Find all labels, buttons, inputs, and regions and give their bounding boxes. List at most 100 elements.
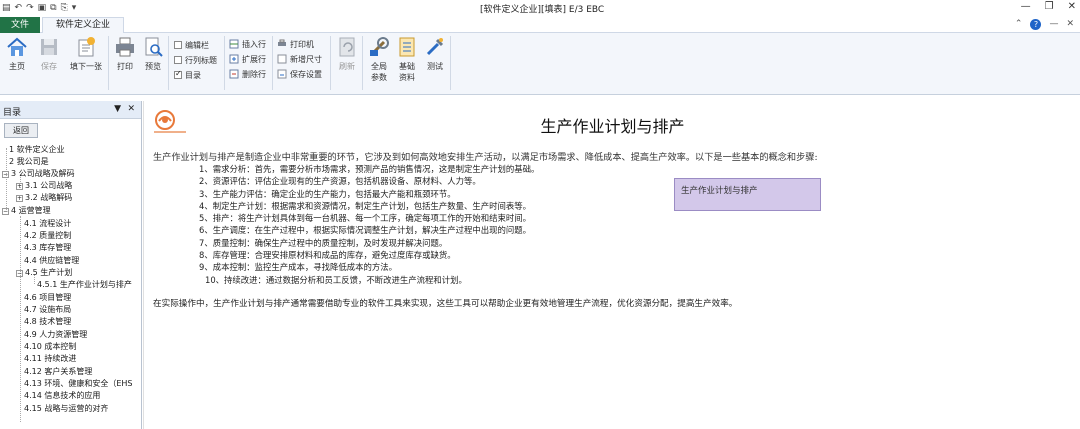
toc-item-3[interactable]: −3 公司战略及解码 bbox=[2, 168, 75, 180]
preview-icon bbox=[145, 37, 163, 57]
qat-dropdown-icon[interactable]: ▾ bbox=[72, 2, 77, 14]
toc-item-4-14[interactable]: 4.14 信息技术的应用 bbox=[24, 390, 100, 402]
floppy-icon bbox=[41, 39, 57, 55]
back-button[interactable]: 返回 bbox=[4, 123, 38, 138]
restore-icon[interactable]: ❐ bbox=[1045, 1, 1054, 12]
ribbon: 主页 保存 填下一张 打印 预览 编辑栏 行列标题 ✓ 目录 插入行 扩展行 删… bbox=[0, 33, 1080, 95]
base-data-icon bbox=[399, 37, 415, 57]
list-item: 5、排产：将生产计划具体到每一台机器、每一个工序，确定每项工作的开始和结束时间。 bbox=[199, 213, 531, 224]
list-item: 8、库存管理：合理安排原材料和成品的库存，避免过度库存或缺货。 bbox=[199, 250, 456, 261]
panel-close-icon[interactable]: ✕ bbox=[127, 104, 135, 114]
closing-paragraph: 在实际操作中，生产作业计划与排产通常需要借助专业的软件工具来实现，这些工具可以帮… bbox=[153, 299, 738, 309]
toc-panel-title: 目录 bbox=[3, 108, 22, 118]
app-menu-icon[interactable]: ▤ bbox=[2, 2, 11, 14]
toc-item-4-6[interactable]: 4.6 项目管理 bbox=[24, 292, 71, 304]
toc-checkbox[interactable] bbox=[174, 69, 182, 79]
test-button[interactable]: 测试 bbox=[420, 36, 450, 72]
edit-bar-checkbox[interactable] bbox=[174, 41, 182, 49]
list-item: 3、生产能力评估：确定企业的生产能力，包括最大产能和瓶颈环节。 bbox=[199, 188, 456, 199]
ribbon-right-icons: ⌃ ? — ✕ bbox=[1015, 19, 1074, 30]
home-icon bbox=[7, 37, 27, 56]
save-icon[interactable]: ▣ bbox=[38, 2, 47, 14]
list-item: 7、质量控制：确保生产过程中的质量控制，及时发现并解决问题。 bbox=[199, 237, 448, 248]
quick-access-toolbar: ▤ ↶ ↷ ▣ ⧉ ⎘ ▾ bbox=[2, 2, 76, 14]
title-bar: ▤ ↶ ↷ ▣ ⧉ ⎘ ▾ [软件定义企业][填表] E/3 EBC — ❐ ✕ bbox=[0, 0, 1080, 16]
undo-icon[interactable]: ↶ bbox=[15, 2, 23, 14]
toc-item-3-1[interactable]: +3.1 公司战略 bbox=[16, 180, 72, 192]
toc-item-4-4[interactable]: 4.4 供应链管理 bbox=[24, 255, 79, 267]
toc-item-4-11[interactable]: 4.11 持续改进 bbox=[24, 353, 76, 365]
minimize-icon[interactable]: — bbox=[1021, 1, 1031, 12]
insert-row-icon bbox=[229, 39, 239, 49]
callout-box[interactable]: 生产作业计划与排产 bbox=[674, 178, 821, 211]
edit-bar-toggle[interactable]: 编辑栏 bbox=[174, 39, 209, 51]
printer-small-icon bbox=[278, 39, 286, 46]
toc-item-4-3[interactable]: 4.3 库存管理 bbox=[24, 242, 71, 254]
page-title: 生产作业计划与排产 bbox=[540, 117, 685, 136]
window-title: [软件定义企业][填表] E/3 EBC bbox=[480, 5, 605, 15]
toc-item-4-7[interactable]: 4.7 设施布局 bbox=[24, 304, 71, 316]
list-item: 1、需求分析：首先，需要分析市场需求，预测产品的销售情况，这是制定生产计划的基础… bbox=[199, 164, 540, 174]
collapse-ribbon-icon[interactable]: ⌃ bbox=[1015, 19, 1023, 30]
home-button[interactable]: 主页 bbox=[2, 36, 32, 72]
collapse-icon[interactable]: − bbox=[2, 171, 9, 178]
minimize-doc-icon[interactable]: — bbox=[1049, 19, 1058, 30]
toc-item-3-2[interactable]: +3.2 战略解码 bbox=[16, 192, 72, 204]
printer-icon bbox=[116, 37, 134, 57]
copy-icon[interactable]: ⧉ bbox=[50, 2, 56, 14]
paste-icon[interactable]: ⎘ bbox=[61, 2, 68, 14]
refresh-icon bbox=[339, 37, 355, 57]
toc-item-4-5[interactable]: −4.5 生产计划 bbox=[16, 267, 72, 279]
collapse-icon[interactable]: − bbox=[2, 208, 9, 215]
toc-item-4-1[interactable]: 4.1 流程设计 bbox=[24, 218, 71, 230]
save-settings-icon bbox=[277, 69, 287, 79]
new-form-icon bbox=[78, 37, 95, 57]
help-icon[interactable]: ? bbox=[1030, 19, 1042, 30]
preview-button[interactable]: 预览 bbox=[138, 36, 168, 72]
insert-row-button[interactable]: 插入行 bbox=[229, 38, 266, 50]
toc-item-4-8[interactable]: 4.8 技术管理 bbox=[24, 316, 71, 328]
list-item: 9、成本控制：监控生产成本，寻找降低成本的方法。 bbox=[199, 262, 397, 273]
print-button[interactable]: 打印 bbox=[110, 36, 140, 72]
toc-item-1[interactable]: 1 软件定义企业 bbox=[9, 144, 65, 156]
toc-item-4-15[interactable]: 4.15 战略与运营的对齐 bbox=[24, 403, 108, 415]
tab-software-defined-enterprise[interactable]: 软件定义企业 bbox=[42, 17, 124, 34]
save-button[interactable]: 保存 bbox=[34, 36, 64, 72]
expand-row-button[interactable]: 扩展行 bbox=[229, 53, 266, 65]
intro-paragraph: 生产作业计划与排产是制造企业中非常重要的环节，它涉及到如何高效地安排生产活动，以… bbox=[153, 152, 818, 163]
collapse-icon[interactable]: − bbox=[16, 270, 23, 277]
printer-button[interactable]: 打印机 bbox=[277, 38, 314, 50]
expand-icon[interactable]: + bbox=[16, 183, 23, 190]
tab-file[interactable]: 文件 bbox=[0, 17, 40, 33]
toc-item-4[interactable]: −4 运营管理 bbox=[2, 205, 51, 217]
global-params-button[interactable]: 全局 参数 bbox=[364, 36, 394, 83]
toc-item-4-12[interactable]: 4.12 客户关系管理 bbox=[24, 366, 92, 378]
fill-next-button[interactable]: 填下一张 bbox=[68, 36, 104, 72]
toc-item-4-9[interactable]: 4.9 人力资源管理 bbox=[24, 329, 87, 341]
toc-item-4-10[interactable]: 4.10 成本控制 bbox=[24, 341, 76, 353]
row-col-title-checkbox[interactable] bbox=[174, 56, 182, 64]
expand-row-icon bbox=[229, 54, 239, 64]
list-item: 6、生产调度：在生产过程中，根据实际情况调整生产计划，解决生产过程中出现的问题。 bbox=[199, 225, 531, 236]
toc-item-2[interactable]: 2 我公司是 bbox=[9, 156, 49, 168]
row-col-title-toggle[interactable]: 行列标题 bbox=[174, 54, 217, 66]
toc-item-4-5-1[interactable]: 4.5.1 生产作业计划与排产 bbox=[37, 279, 132, 291]
toc-item-4-2[interactable]: 4.2 质量控制 bbox=[24, 230, 71, 242]
new-size-button[interactable]: 新增尺寸 bbox=[277, 53, 322, 65]
base-data-button[interactable]: 基础 资料 bbox=[392, 36, 422, 83]
panel-dropdown-icon[interactable]: ▼ bbox=[114, 104, 121, 114]
toc-item-4-13[interactable]: 4.13 环境、健康和安全（EHS bbox=[24, 378, 133, 390]
close-icon[interactable]: ✕ bbox=[1068, 1, 1076, 12]
refresh-button[interactable]: 刷新 bbox=[332, 36, 362, 72]
list-item: 2、资源评估：评估企业现有的生产资源，包括机器设备、原材料、人力等。 bbox=[199, 176, 481, 187]
expand-icon[interactable]: + bbox=[16, 195, 23, 202]
save-settings-button[interactable]: 保存设置 bbox=[277, 68, 322, 80]
toc-panel: 目录 ▼ ✕ 返回 1 软件定义企业 2 我公司是 −3 公司战略及解码 +3.… bbox=[0, 101, 142, 429]
delete-row-button[interactable]: 删除行 bbox=[229, 68, 266, 80]
list-item: 4、制定生产计划：根据需求和资源情况，制定生产计划，包括生产数量、生产时间表等。 bbox=[199, 200, 531, 211]
step-list: 1、需求分析：首先，需要分析市场需求，预测产品的销售情况，这是制定生产计划的基础… bbox=[199, 163, 539, 286]
toc-toggle[interactable]: 目录 bbox=[174, 69, 201, 81]
redo-icon[interactable]: ↷ bbox=[26, 2, 34, 14]
close-doc-icon[interactable]: ✕ bbox=[1066, 19, 1074, 30]
test-icon bbox=[426, 38, 444, 56]
